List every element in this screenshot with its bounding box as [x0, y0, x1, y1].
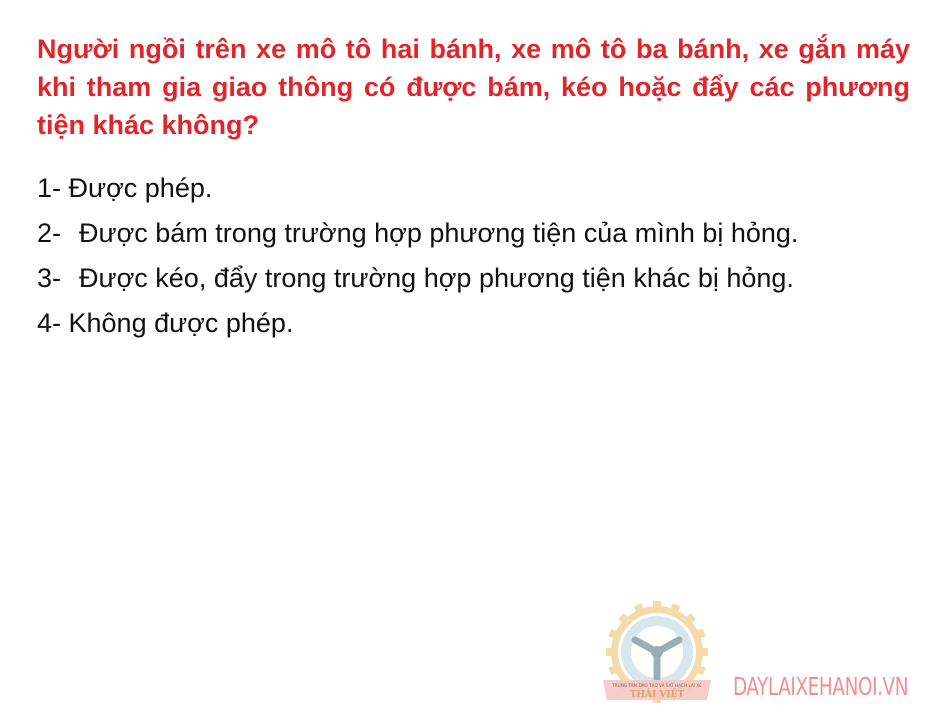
- answer-number: 2-: [37, 218, 62, 248]
- logo-top-text: TRUNG TÂM ĐÀO TẠO VÀ SÁT HẠCH LÁI XE: [611, 683, 702, 688]
- answer-text: Không được phép.: [68, 308, 294, 338]
- answer-option-2[interactable]: 2- Được bám trong trường hợp phương tiện…: [37, 215, 910, 252]
- answer-text: Được phép.: [68, 173, 213, 203]
- answer-option-4[interactable]: 4- Không được phép.: [37, 305, 910, 342]
- answer-text: Được kéo, đẩy trong trường hợp phương ti…: [79, 263, 794, 293]
- answer-number: 1-: [37, 173, 69, 203]
- answer-text: Được bám trong trường hợp phương tiện củ…: [79, 218, 799, 248]
- answer-list: 1- Được phép. 2- Được bám trong trường h…: [37, 170, 910, 350]
- website-watermark: DAYLAIXEHANOI.VN: [733, 672, 909, 701]
- answer-number: 3-: [37, 263, 62, 293]
- school-logo: TRUNG TÂM ĐÀO TẠO VÀ SÁT HẠCH LÁI XE THÁ…: [595, 600, 723, 706]
- answer-option-3[interactable]: 3- Được kéo, đẩy trong trường hợp phương…: [37, 260, 910, 297]
- logo-bottom-text: THÁI VIỆT: [630, 688, 685, 700]
- steering-wheel-gear-icon: TRUNG TÂM ĐÀO TẠO VÀ SÁT HẠCH LÁI XE THÁ…: [603, 601, 711, 703]
- question-text: Người ngồi trên xe mô tô hai bánh, xe mô…: [37, 34, 910, 140]
- answer-option-1[interactable]: 1- Được phép.: [37, 170, 910, 207]
- answer-number: 4-: [37, 308, 69, 338]
